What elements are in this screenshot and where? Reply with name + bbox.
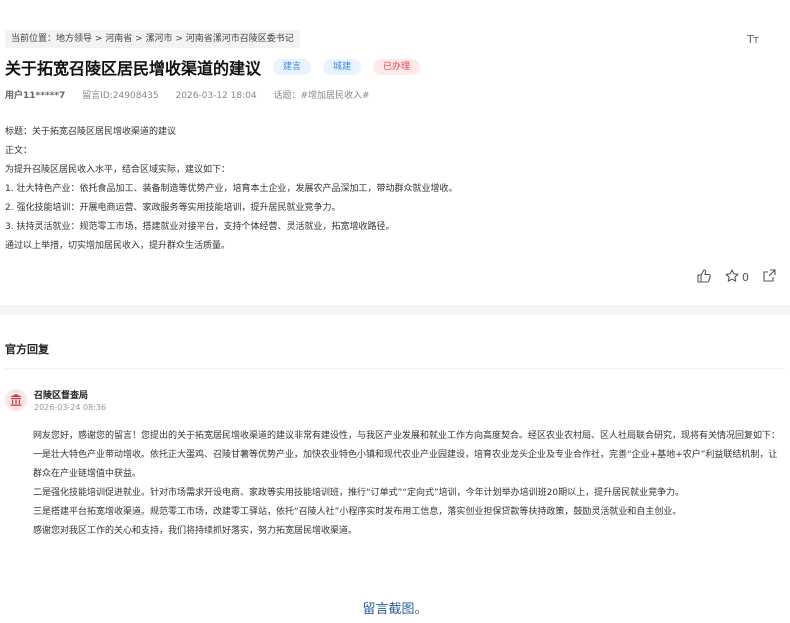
star-count: 0 bbox=[742, 270, 749, 284]
government-building-icon bbox=[5, 389, 27, 411]
body-line: 正文： bbox=[5, 146, 33, 156]
message-actions: 0 bbox=[697, 268, 776, 286]
body-line: 为提升召陵区居民收入水平，结合区域实际，建议如下： bbox=[5, 165, 231, 175]
breadcrumb[interactable]: 当前位置：地方领导 > 河南省 > 漯河市 > 河南省漯河市召陵区委书记 bbox=[5, 30, 300, 48]
tag-urban-construction: 城建 bbox=[323, 59, 362, 75]
reply-paragraph: 感谢您对我区工作的关心和支持，我们将持续抓好落实，努力拓宽居民增收渠道。 bbox=[33, 526, 358, 536]
user-name[interactable]: 用户11*****7 bbox=[5, 91, 65, 101]
reply-body: 网友您好，感谢您的留言！您提出的关于拓宽居民增收渠道的建议非常有建设性，与我区产… bbox=[33, 427, 785, 541]
reply-paragraph: 网友您好，感谢您的留言！您提出的关于拓宽居民增收渠道的建议非常有建设性，与我区产… bbox=[33, 431, 781, 441]
message-meta: 用户11*****7 留言ID:24908435 2026-03-12 18:0… bbox=[5, 88, 384, 101]
message-body: 标题：关于拓宽召陵区居民增收渠道的建议 正文： 为提升召陵区居民收入水平，结合区… bbox=[5, 123, 765, 256]
body-line: 2. 强化技能培训：开展电商运营、家政服务等实用技能培训，提升居民就业竞争力。 bbox=[5, 203, 341, 213]
body-line: 标题：关于拓宽召陵区居民增收渠道的建议 bbox=[5, 127, 177, 137]
org-name[interactable]: 召陵区督查局 bbox=[34, 388, 88, 401]
topic-link[interactable]: 话题：#增加居民收入# bbox=[274, 91, 370, 101]
thumbs-up-icon[interactable] bbox=[697, 268, 711, 286]
tag-suggestion: 建言 bbox=[273, 59, 312, 75]
message-id: 留言ID:24908435 bbox=[82, 91, 159, 101]
page-title: 关于拓宽召陵区居民增收渠道的建议 bbox=[5, 59, 262, 78]
reply-time: 2026-03-24 08:36 bbox=[34, 403, 107, 412]
reply-paragraph: 一是壮大特色产业带动增收。依托正大蛋鸡、召陵甘薯等优势产业，加快农业特色小镇和现… bbox=[33, 450, 778, 479]
title-row: 关于拓宽召陵区居民增收渠道的建议 建言 城建 已办理 bbox=[5, 56, 432, 78]
favorite-button[interactable]: 0 bbox=[725, 268, 749, 286]
star-icon bbox=[725, 268, 739, 286]
body-line: 通过以上举措，切实增加居民收入，提升群众生活质量。 bbox=[5, 241, 231, 251]
body-line: 3. 扶持灵活就业：规范零工市场，搭建就业对接平台，支持个体经营、灵活就业，拓宽… bbox=[5, 222, 395, 232]
reply-paragraph: 二是强化技能培训促进就业。针对市场需求开设电商、家政等实用技能培训班，推行“订单… bbox=[33, 488, 685, 498]
body-line: 1. 壮大特色产业：依托食品加工、装备制造等优势产业，培育本土企业，发展农产品深… bbox=[5, 184, 458, 194]
reply-paragraph: 三是搭建平台拓宽增收渠道。规范零工市场，改建零工驿站，依托“召陵人社”小程序实时… bbox=[33, 507, 682, 517]
message-card: 当前位置：地方领导 > 河南省 > 漯河市 > 河南省漯河市召陵区委书记 Tт … bbox=[0, 0, 790, 300]
message-time: 2026-03-12 18:04 bbox=[175, 91, 257, 101]
official-reply-title: 官方回复 bbox=[5, 343, 49, 356]
reply-separator bbox=[5, 368, 785, 369]
status-badge: 已办理 bbox=[373, 59, 421, 75]
share-icon[interactable] bbox=[763, 269, 776, 285]
image-caption: 留言截图。 bbox=[362, 602, 428, 617]
section-divider bbox=[0, 305, 790, 315]
font-size-icon[interactable]: Tт bbox=[747, 33, 759, 46]
